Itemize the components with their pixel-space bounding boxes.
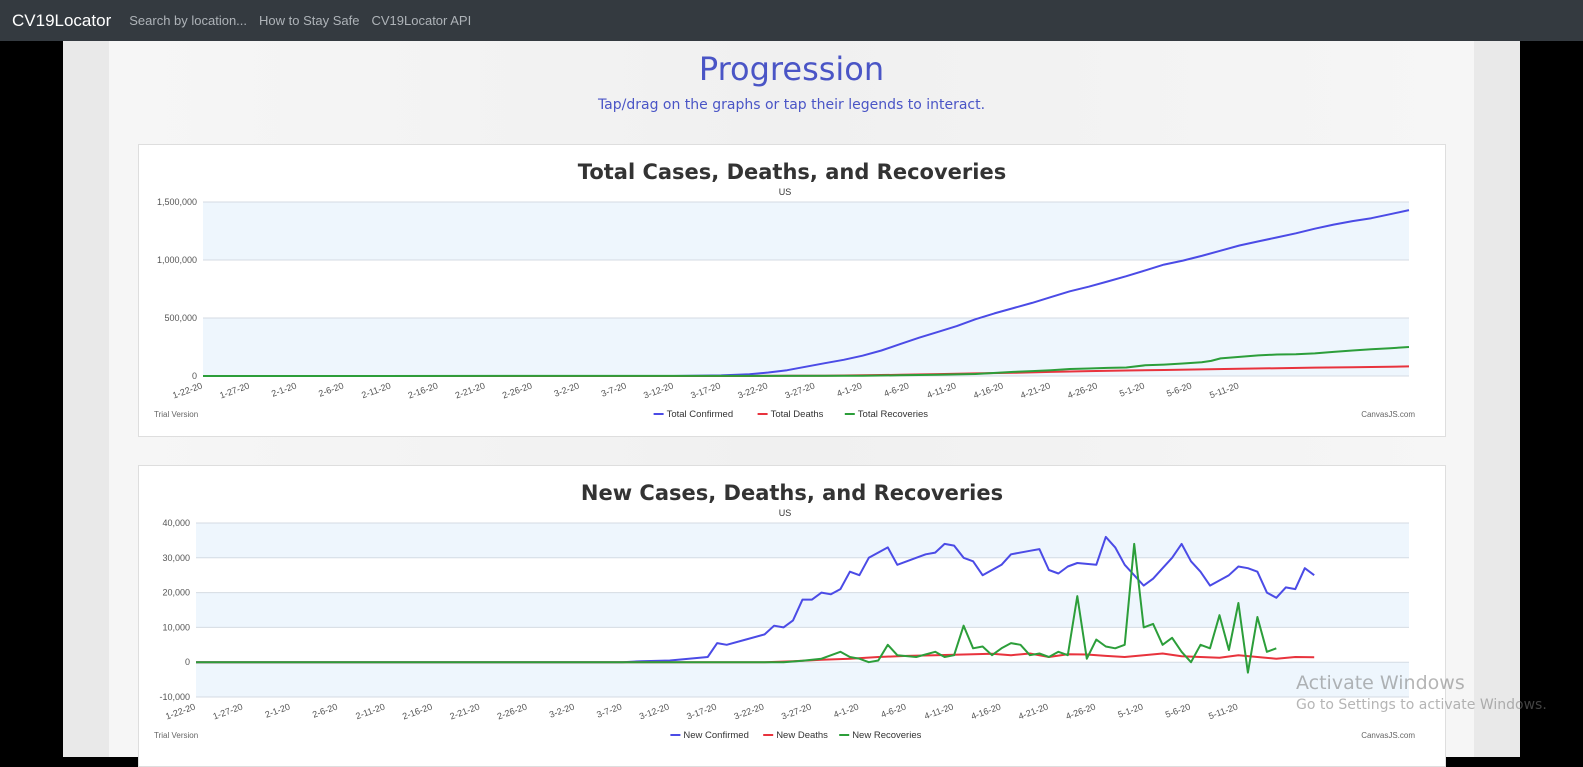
new-x-tick-label: 5-6-20 [1164,701,1192,719]
total-grid-band [203,202,1409,260]
new-series-deaths-line [196,652,1315,664]
new-x-tick-label: 3-27-20 [780,701,813,721]
new-y-tick-label: 0 [185,657,190,667]
total-x-tick-label: 2-16-20 [407,380,440,400]
total-x-tick-label: 5-6-20 [1165,380,1193,398]
new-x-tick-label: 2-6-20 [311,701,339,719]
new-x-tick-label: 2-16-20 [401,701,434,721]
total-x-tick-label: 4-1-20 [835,380,863,398]
nav-search-link[interactable]: Search by location... [129,13,247,28]
total-chart-subtitle: US [779,187,792,197]
new-x-tick-label: 2-1-20 [264,701,292,719]
total-x-tick-label: 5-11-20 [1208,380,1240,400]
new-x-tick-label: 1-27-20 [211,701,244,721]
brand-logo[interactable]: CV19Locator [12,11,111,31]
total-credit-label: CanvasJS.com [1361,410,1415,419]
new-x-tick-label: 1-22-20 [164,701,197,721]
windows-activation-watermark: Activate Windows Go to Settings to activ… [1296,672,1547,713]
new-x-tick-label: 4-16-20 [970,701,1003,721]
new-y-tick-label: -10,000 [159,692,190,702]
new-y-tick-label: 10,000 [162,622,190,632]
new-chart-card: -10,000 0 10,000 20,000 30,000 40,000 1-22-20 1… [138,465,1446,767]
total-legend-recoveries-label[interactable]: Total Recoveries [858,409,928,420]
total-chart[interactable]: 0 500,000 1,000,000 1,500,000 1-22-20 1-27-20… [139,145,1445,436]
new-legend-deaths-label[interactable]: New Deaths [776,730,828,741]
total-x-tick-label: 1-22-20 [171,380,204,400]
total-y-tick-label: 0 [192,371,197,381]
total-x-tick-label: 2-26-20 [501,380,534,400]
total-legend-confirmed-label[interactable]: Total Confirmed [667,409,734,420]
new-x-tick-label: 3-7-20 [595,701,623,719]
total-x-tick-label: 3-12-20 [642,380,675,400]
new-x-tick-label: 3-12-20 [638,701,671,721]
page-subtitle: Tap/drag on the graphs or tap their lege… [597,97,986,113]
new-x-tick-label: 3-17-20 [685,701,718,721]
new-x-tick-label: 3-22-20 [733,701,766,721]
total-x-tick-label: 2-11-20 [360,380,392,400]
watermark-line-1: Activate Windows [1296,672,1465,694]
new-x-tick-label: 2-26-20 [496,701,529,721]
new-x-tick-label: 4-6-20 [880,701,908,719]
total-x-tick-label: 2-6-20 [317,380,345,398]
total-chart-title: Total Cases, Deaths, and Recoveries [578,160,1006,184]
total-x-tick-label: 4-16-20 [972,380,1005,400]
total-x-tick-label: 3-7-20 [600,380,628,398]
new-credit-label: CanvasJS.com [1361,731,1415,740]
total-x-tick-label: 4-11-20 [925,380,957,400]
new-grid-band [196,523,1409,558]
new-x-tick-label: 2-21-20 [448,701,481,721]
new-x-tick-label: 5-1-20 [1116,701,1144,719]
total-x-tick-label: 4-26-20 [1066,380,1099,400]
total-x-tick-label: 3-22-20 [736,380,769,400]
new-chart-subtitle: US [779,508,792,518]
new-grid-band [196,592,1409,628]
new-y-tick-label: 20,000 [162,588,190,598]
new-y-tick-label: 40,000 [162,518,190,528]
new-x-tick-label: 4-21-20 [1017,701,1050,721]
total-x-tick-label: 2-1-20 [270,380,298,398]
page-title: Progression [698,50,885,88]
total-y-tick-label: 500,000 [164,313,197,323]
total-x-tick-label: 4-21-20 [1019,380,1052,400]
new-chart-title: New Cases, Deaths, and Recoveries [581,481,1003,505]
new-trial-label: Trial Version [154,731,198,740]
new-chart[interactable]: -10,000 0 10,000 20,000 30,000 40,000 1-22-20 1… [139,466,1445,766]
total-x-tick-label: 3-17-20 [689,380,722,400]
new-legend-confirmed-label[interactable]: New Confirmed [683,730,748,741]
nav-stay-safe-link[interactable]: How to Stay Safe [259,13,359,28]
new-x-tick-label: 4-1-20 [832,701,860,719]
new-x-tick-label: 4-26-20 [1064,701,1097,721]
new-grid-band [196,662,1409,697]
watermark-line-2: Go to Settings to activate Windows. [1296,697,1547,713]
total-x-tick-label: 3-27-20 [784,380,817,400]
top-navbar: CV19Locator Search by location... How to… [0,0,1583,41]
total-x-tick-label: 3-2-20 [553,380,581,398]
total-x-tick-label: 5-1-20 [1118,380,1146,398]
total-x-tick-label: 4-6-20 [882,380,910,398]
total-legend-deaths-label[interactable]: Total Deaths [771,409,824,420]
total-trial-label: Trial Version [154,410,198,419]
new-x-tick-label: 5-11-20 [1207,701,1239,721]
new-x-tick-label: 2-11-20 [354,701,386,721]
new-x-tick-label: 4-11-20 [923,701,955,721]
total-chart-card: 0 500,000 1,000,000 1,500,000 1-22-20 1-27-20… [138,144,1446,437]
new-y-tick-label: 30,000 [162,553,190,563]
total-x-tick-label: 1-27-20 [218,380,251,400]
new-x-tick-label: 3-2-20 [548,701,576,719]
nav-api-link[interactable]: CV19Locator API [371,13,471,28]
total-y-tick-label: 1,500,000 [157,197,197,207]
total-y-tick-label: 1,000,000 [157,255,197,265]
total-x-tick-label: 2-21-20 [454,380,487,400]
new-legend-recoveries-label[interactable]: New Recoveries [852,730,921,741]
